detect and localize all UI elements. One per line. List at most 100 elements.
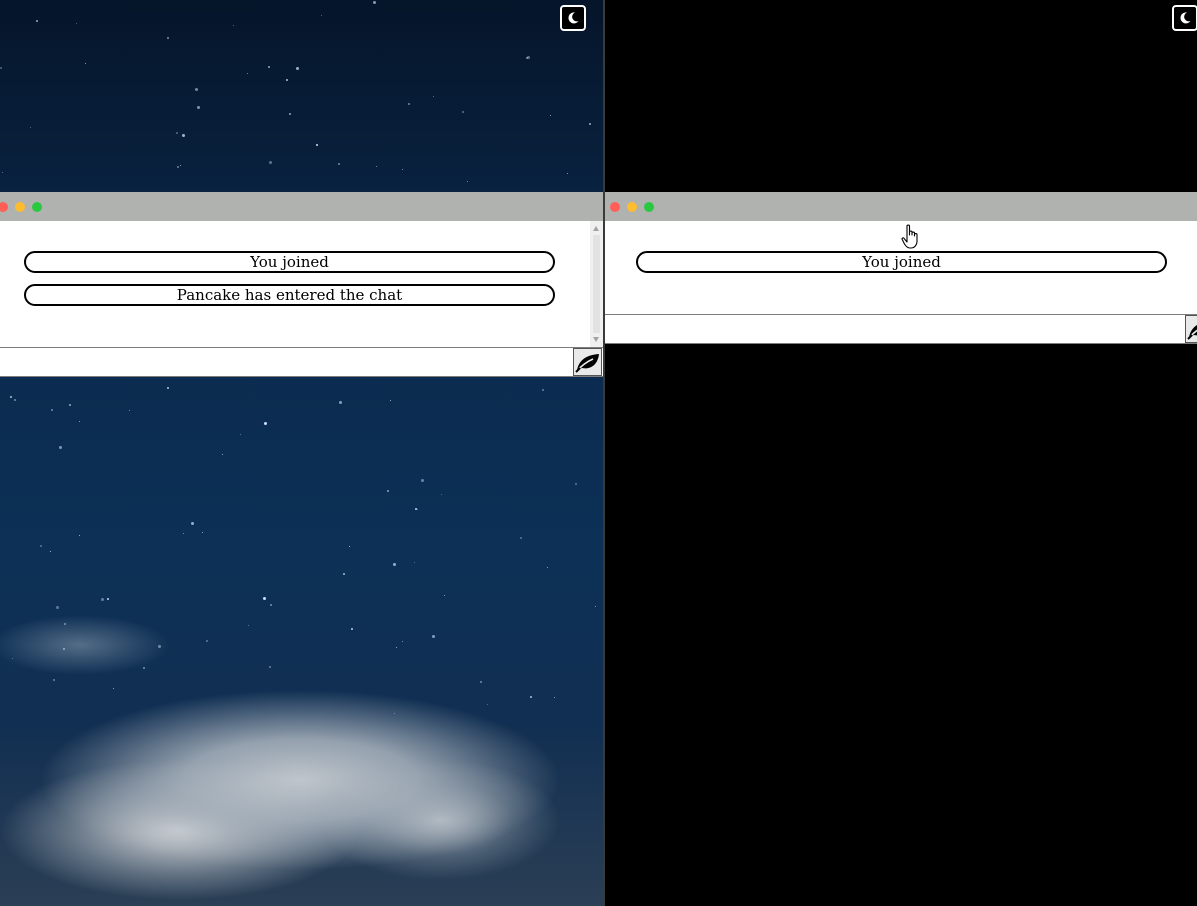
- scroll-down-arrow-icon[interactable]: [593, 337, 599, 342]
- scroll-thumb[interactable]: [593, 235, 600, 333]
- theme-toggle-button[interactable]: [1172, 5, 1197, 31]
- star: [479, 681, 482, 684]
- star: [100, 597, 104, 601]
- star: [167, 37, 170, 40]
- maximize-window-button[interactable]: [644, 202, 654, 212]
- star: [62, 648, 65, 651]
- star: [76, 22, 78, 24]
- star: [142, 666, 145, 669]
- star: [206, 639, 208, 642]
- star: [201, 531, 203, 533]
- star: [554, 697, 556, 699]
- scroll-up-arrow-icon[interactable]: [593, 226, 599, 231]
- star: [315, 144, 318, 147]
- star: [78, 534, 80, 536]
- theme-toggle-button[interactable]: [560, 5, 586, 31]
- chat-message: You joined: [636, 251, 1167, 273]
- star: [393, 713, 395, 715]
- window-titlebar: [0, 192, 603, 221]
- star: [78, 421, 80, 423]
- window-titlebar: [605, 192, 1197, 221]
- message-scrollbar[interactable]: [590, 221, 603, 347]
- message-input[interactable]: [0, 348, 572, 376]
- star: [467, 180, 469, 182]
- star: [128, 409, 130, 411]
- maximize-window-button[interactable]: [32, 202, 42, 212]
- star: [269, 161, 273, 165]
- send-button[interactable]: [573, 348, 602, 376]
- star: [401, 641, 403, 643]
- star: [29, 126, 31, 128]
- close-window-button[interactable]: [0, 202, 8, 212]
- star: [263, 421, 267, 425]
- star: [342, 573, 345, 576]
- star: [574, 482, 577, 485]
- star: [39, 545, 42, 548]
- star: [106, 597, 109, 600]
- chat-window: You joined: [605, 192, 1197, 344]
- star: [444, 594, 446, 596]
- close-window-button[interactable]: [610, 202, 620, 212]
- star: [50, 409, 53, 412]
- star: [64, 623, 67, 626]
- star: [431, 635, 435, 639]
- star: [10, 395, 12, 398]
- star: [547, 566, 549, 568]
- left-browser-pane: You joined Pancake has entered the chat: [0, 0, 603, 906]
- star: [407, 103, 410, 106]
- minimize-window-button[interactable]: [15, 202, 25, 212]
- star: [393, 562, 397, 566]
- star: [390, 399, 392, 401]
- star: [395, 647, 397, 649]
- star: [526, 55, 530, 59]
- star: [519, 537, 522, 540]
- star: [414, 508, 417, 511]
- star: [269, 603, 272, 606]
- star: [432, 96, 434, 98]
- star: [295, 66, 299, 70]
- minimize-window-button[interactable]: [627, 202, 637, 212]
- star: [11, 657, 13, 659]
- star: [113, 688, 115, 690]
- star: [440, 493, 442, 495]
- star: [180, 164, 182, 166]
- chat-window: You joined Pancake has entered the chat: [0, 192, 603, 377]
- star: [421, 479, 425, 483]
- star: [176, 131, 179, 134]
- message-composer: [0, 347, 603, 377]
- star: [232, 25, 234, 27]
- star: [177, 165, 180, 168]
- star: [285, 78, 288, 81]
- star: [288, 112, 291, 115]
- moon-icon: [1180, 12, 1191, 24]
- star: [375, 165, 377, 167]
- message-input[interactable]: [605, 315, 1185, 343]
- star: [321, 15, 323, 17]
- star: [348, 546, 350, 548]
- star: [246, 73, 248, 75]
- star: [541, 388, 544, 391]
- star: [194, 87, 198, 91]
- hand-pointer-cursor-icon: [901, 224, 918, 249]
- star: [269, 665, 272, 668]
- message-list[interactable]: You joined Pancake has entered the chat: [0, 221, 603, 347]
- star: [487, 703, 489, 705]
- star: [589, 122, 592, 125]
- star: [182, 532, 184, 534]
- moon-icon: [568, 12, 579, 24]
- star: [462, 110, 465, 113]
- star: [69, 403, 72, 406]
- star: [567, 173, 569, 175]
- star: [0, 67, 3, 70]
- star: [594, 605, 596, 607]
- star: [50, 551, 51, 553]
- star: [191, 521, 195, 525]
- star: [221, 453, 223, 455]
- star: [36, 19, 39, 22]
- star: [339, 400, 343, 404]
- star: [550, 114, 552, 116]
- send-button[interactable]: [1185, 315, 1197, 343]
- star: [166, 386, 169, 389]
- star: [59, 446, 63, 450]
- star: [373, 0, 377, 4]
